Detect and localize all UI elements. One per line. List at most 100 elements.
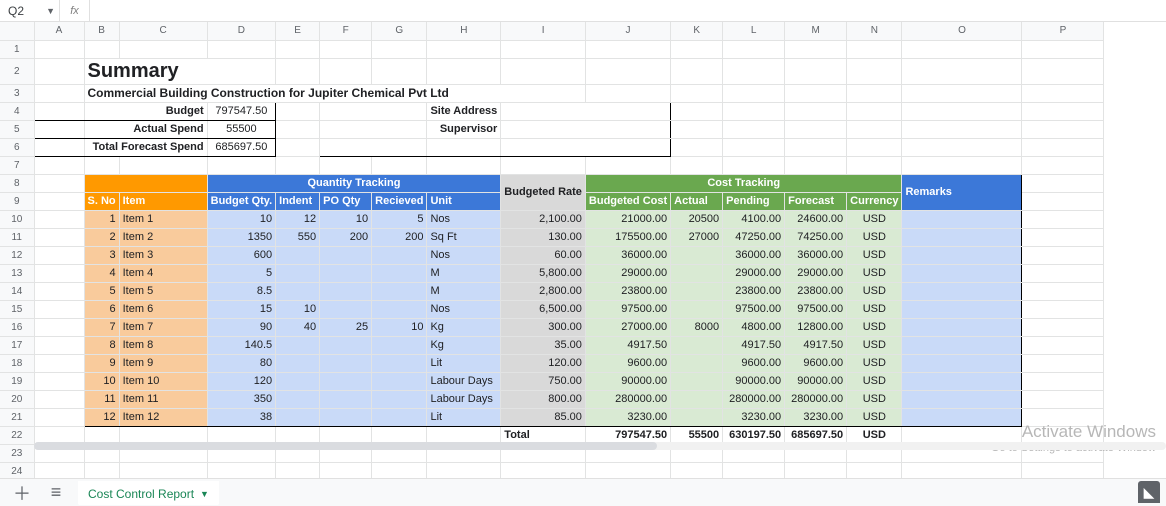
table-row[interactable]: 10 1 Item 1 10 12 10 5 Nos 2,100.00 2100… — [0, 210, 1104, 228]
sno-cell: 10 — [85, 373, 119, 390]
row-header[interactable]: 9 — [0, 192, 34, 210]
row-header[interactable]: 3 — [0, 84, 34, 102]
item-cell: Item 12 — [120, 409, 207, 426]
indent-header: Indent — [276, 193, 319, 210]
spreadsheet-grid[interactable]: A B C D E F G H I J K L M N O P 12 Summa… — [0, 22, 1104, 478]
row-header[interactable]: 14 — [0, 282, 34, 300]
budget-qty-header: Budget Qty. — [208, 193, 276, 210]
total-actual: 55500 — [671, 427, 722, 444]
row-header[interactable]: 4 — [0, 102, 34, 120]
row-header[interactable]: 21 — [0, 408, 34, 426]
table-row[interactable]: 15 6 Item 6 15 10 Nos 6,500.00 97500.00 … — [0, 300, 1104, 318]
row-header[interactable]: 10 — [0, 210, 34, 228]
row-header[interactable]: 19 — [0, 372, 34, 390]
row-header[interactable]: 18 — [0, 354, 34, 372]
sno-cell: 3 — [85, 247, 119, 264]
col-header[interactable]: I — [501, 22, 586, 40]
col-header[interactable]: P — [1022, 22, 1104, 40]
col-header[interactable]: L — [723, 22, 785, 40]
row-header[interactable]: 1 — [0, 40, 34, 58]
fx-icon: fx — [60, 0, 90, 21]
row-header[interactable]: 20 — [0, 390, 34, 408]
col-header[interactable]: C — [119, 22, 207, 40]
item-cell: Item 9 — [120, 355, 207, 372]
item-header: Item — [120, 193, 207, 210]
sheet-tab-active[interactable]: Cost Control Report ▼ — [78, 481, 219, 505]
chevron-down-icon: ▼ — [46, 6, 55, 16]
item-cell: Item 1 — [120, 211, 207, 228]
table-row[interactable]: 18 9 Item 9 80 Lit 120.00 9600.00 9600.0… — [0, 354, 1104, 372]
row-header[interactable]: 23 — [0, 444, 34, 462]
formula-input[interactable] — [90, 0, 1166, 21]
supervisor-label: Supervisor — [427, 121, 500, 138]
qty-tracking-header: Quantity Tracking — [208, 175, 501, 192]
item-cell: Item 4 — [120, 265, 207, 282]
table-row[interactable]: 11 2 Item 2 1350 550 200 200 Sq Ft 130.0… — [0, 228, 1104, 246]
col-header[interactable]: O — [902, 22, 1022, 40]
row-header[interactable]: 16 — [0, 318, 34, 336]
table-row[interactable]: 20 11 Item 11 350 Labour Days 800.00 280… — [0, 390, 1104, 408]
column-header-row: A B C D E F G H I J K L M N O P — [0, 22, 1104, 40]
sno-cell: 8 — [85, 337, 119, 354]
table-row[interactable]: 19 10 Item 10 120 Labour Days 750.00 900… — [0, 372, 1104, 390]
sno-cell: 5 — [85, 283, 119, 300]
row-header[interactable]: 5 — [0, 120, 34, 138]
actual-header: Actual — [671, 193, 722, 210]
row-header[interactable]: 8 — [0, 174, 34, 192]
table-row[interactable]: 21 12 Item 12 38 Lit 85.00 3230.00 3230.… — [0, 408, 1104, 426]
total-cur: USD — [847, 427, 901, 444]
table-row[interactable]: 16 7 Item 7 90 40 25 10 Kg 300.00 27000.… — [0, 318, 1104, 336]
unit-header: Unit — [427, 193, 500, 210]
item-cell: Item 6 — [120, 301, 207, 318]
col-header[interactable]: N — [847, 22, 902, 40]
recieved-header: Recieved — [372, 193, 426, 210]
add-sheet-button[interactable]: ＋ — [10, 481, 34, 505]
sno-cell: 2 — [85, 229, 119, 246]
table-row[interactable]: 12 3 Item 3 600 Nos 60.00 36000.00 36000… — [0, 246, 1104, 264]
table-row[interactable]: 14 5 Item 5 8.5 M 2,800.00 23800.00 2380… — [0, 282, 1104, 300]
col-header[interactable]: M — [785, 22, 847, 40]
sno-cell: 1 — [85, 211, 119, 228]
grid-area: A B C D E F G H I J K L M N O P 12 Summa… — [0, 22, 1166, 478]
col-header[interactable]: B — [84, 22, 119, 40]
item-cell: Item 8 — [120, 337, 207, 354]
item-cell: Item 5 — [120, 283, 207, 300]
row-header[interactable]: 2 — [0, 58, 34, 84]
explore-button[interactable]: ◣ — [1138, 481, 1160, 503]
col-header[interactable]: A — [34, 22, 84, 40]
horizontal-scrollbar[interactable] — [34, 442, 1166, 450]
row-header[interactable]: 17 — [0, 336, 34, 354]
project-subtitle: Commercial Building Construction for Jup… — [85, 85, 585, 102]
row-header[interactable]: 24 — [0, 462, 34, 478]
col-header[interactable]: J — [585, 22, 670, 40]
currency-header: Currency — [847, 193, 901, 210]
row-header[interactable]: 22 — [0, 426, 34, 444]
row-header[interactable]: 12 — [0, 246, 34, 264]
row-header[interactable]: 15 — [0, 300, 34, 318]
budget-label: Budget — [85, 103, 207, 120]
item-cell: Item 3 — [120, 247, 207, 264]
row-header[interactable]: 7 — [0, 156, 34, 174]
actual-spend-label: Actual Spend — [85, 121, 207, 138]
actual-spend-value: 55500 — [208, 121, 276, 138]
all-sheets-button[interactable]: ≡ — [44, 481, 68, 505]
corner-cell[interactable] — [0, 22, 34, 40]
row-header[interactable]: 6 — [0, 138, 34, 156]
total-forecast: 685697.50 — [785, 427, 846, 444]
name-box[interactable]: Q2 ▼ — [0, 0, 60, 21]
summary-title: Summary — [85, 59, 276, 84]
table-row[interactable]: 13 4 Item 4 5 M 5,800.00 29000.00 29000.… — [0, 264, 1104, 282]
col-header[interactable]: K — [671, 22, 723, 40]
table-row[interactable]: 17 8 Item 8 140.5 Kg 35.00 4917.50 4917.… — [0, 336, 1104, 354]
col-header[interactable]: G — [372, 22, 427, 40]
total-pending: 630197.50 — [723, 427, 784, 444]
col-header[interactable]: E — [276, 22, 320, 40]
budgeted-cost-header: Budgeted Cost — [586, 193, 670, 210]
col-header[interactable]: D — [207, 22, 276, 40]
col-header[interactable]: F — [320, 22, 372, 40]
total-label: Total — [501, 427, 585, 444]
row-header[interactable]: 11 — [0, 228, 34, 246]
row-header[interactable]: 13 — [0, 264, 34, 282]
col-header[interactable]: H — [427, 22, 501, 40]
cell-reference: Q2 — [8, 4, 24, 18]
